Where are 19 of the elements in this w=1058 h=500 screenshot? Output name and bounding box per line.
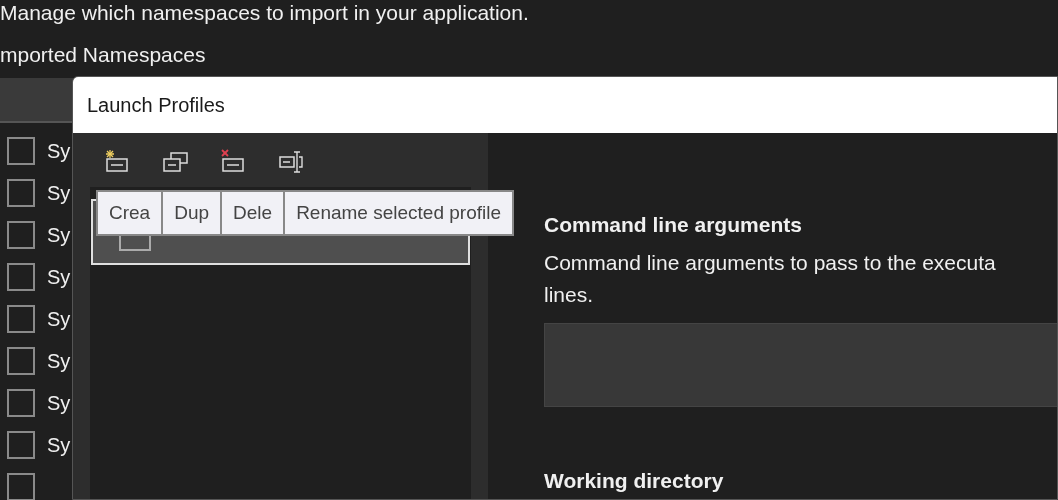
namespace-label: Sy [47, 181, 71, 205]
tooltip: Dup [161, 190, 223, 236]
tooltip: Dele [220, 190, 286, 236]
setting-heading: Command line arguments [544, 213, 803, 237]
dialog-title: Launch Profiles [87, 93, 225, 117]
namespace-label: Sy [47, 433, 71, 457]
namespace-label: Sy [47, 139, 71, 163]
tooltip: Rename selected profile [283, 190, 514, 236]
setting-description: Command line arguments to pass to the executa [544, 250, 997, 276]
setting-description: lines. [544, 282, 595, 308]
page-description: Manage which namespaces to import in your application. [0, 0, 530, 26]
section-title: mported Namespaces [0, 42, 207, 68]
tooltip: Crea [96, 190, 164, 236]
setting-heading: Working directory [544, 469, 725, 493]
namespace-label: Sy [47, 391, 71, 415]
namespace-label: Sy [47, 349, 71, 373]
namespace-label: Sy [47, 307, 71, 331]
namespace-label: Sy [47, 223, 71, 247]
namespace-label: Sy [47, 265, 71, 289]
